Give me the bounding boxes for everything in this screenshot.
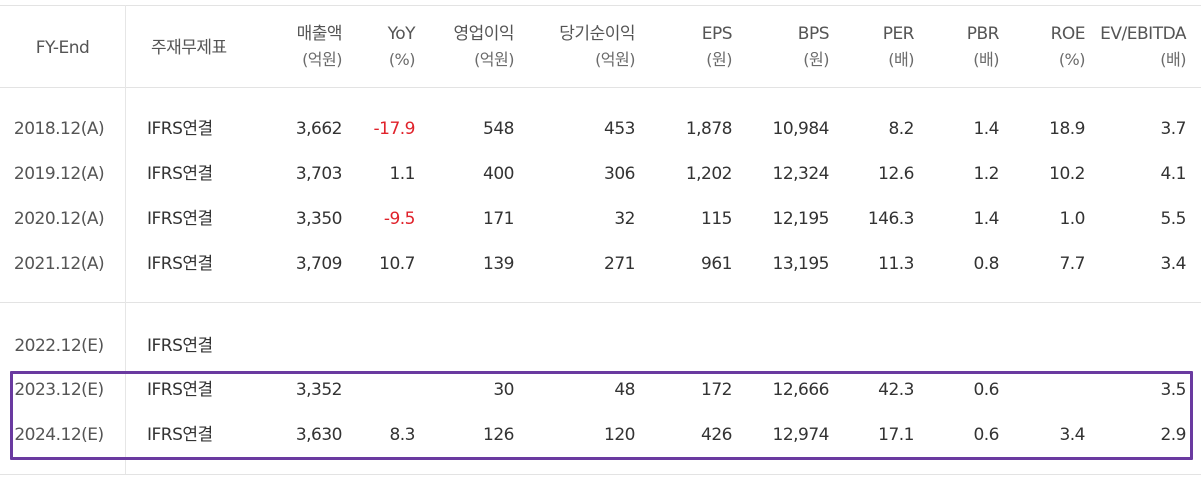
cell-per: 17.1: [878, 425, 914, 445]
cell-yoy: -9.5: [383, 209, 416, 229]
cell-bps: 10,984: [772, 119, 830, 139]
header-bottom-border: [0, 87, 1201, 88]
cell-ev-ebitda: 3.4: [1160, 254, 1186, 274]
row-basis: IFRS연결: [147, 209, 213, 229]
cell-yoy: -17.9: [373, 119, 416, 139]
row-basis: IFRS연결: [147, 336, 213, 356]
row-period: 2018.12(A): [13, 119, 105, 139]
cell-ev-ebitda: 3.5: [1160, 380, 1186, 400]
cell-roe: 1.0: [1059, 209, 1085, 229]
cell-bps: 12,195: [772, 209, 830, 229]
cell-per: 146.3: [867, 209, 915, 229]
cell-eps: 1,202: [685, 164, 733, 184]
row-period: 2024.12(E): [14, 425, 104, 445]
cell-ev-ebitda: 3.7: [1160, 119, 1186, 139]
cell-pbr: 0.6: [973, 380, 999, 400]
cell-yoy: 10.7: [379, 254, 415, 274]
cell-eps: 961: [701, 254, 732, 274]
cell-roe: 18.9: [1049, 119, 1085, 139]
cell-pbr: 1.2: [973, 164, 999, 184]
cell-operating-profit: 139: [483, 254, 514, 274]
cell-eps: 1,878: [685, 119, 733, 139]
cell-eps: 426: [701, 425, 732, 445]
cell-operating-profit: 126: [483, 425, 514, 445]
cell-pbr: 0.6: [973, 425, 999, 445]
cell-revenue: 3,352: [295, 380, 343, 400]
cell-eps: 115: [701, 209, 732, 229]
table-top-border: [0, 5, 1201, 6]
row-period: 2021.12(A): [13, 254, 105, 274]
cell-roe: 7.7: [1059, 254, 1085, 274]
cell-revenue: 3,350: [295, 209, 343, 229]
cell-roe: 3.4: [1059, 425, 1085, 445]
cell-bps: 12,324: [772, 164, 830, 184]
cell-operating-profit: 171: [483, 209, 514, 229]
header-fy-end: FY-End: [35, 38, 90, 58]
cell-ev-ebitda: 2.9: [1160, 425, 1186, 445]
cell-revenue: 3,662: [295, 119, 343, 139]
cell-per: 12.6: [878, 164, 914, 184]
row-basis: IFRS연결: [147, 119, 213, 139]
cell-yoy: 1.1: [389, 164, 415, 184]
row-period: 2019.12(A): [13, 164, 105, 184]
cell-net-income: 120: [604, 425, 635, 445]
cell-operating-profit: 548: [483, 119, 514, 139]
cell-pbr: 0.8: [973, 254, 999, 274]
cell-net-income: 271: [604, 254, 635, 274]
row-basis: IFRS연결: [147, 254, 213, 274]
cell-bps: 12,974: [772, 425, 830, 445]
table-bottom-border: [0, 474, 1201, 475]
cell-bps: 13,195: [772, 254, 830, 274]
cell-revenue: 3,630: [295, 425, 343, 445]
row-period: 2022.12(E): [14, 336, 104, 356]
cell-pbr: 1.4: [973, 119, 999, 139]
row-period: 2020.12(A): [13, 209, 105, 229]
cell-roe: 10.2: [1049, 164, 1085, 184]
row-basis: IFRS연결: [147, 164, 213, 184]
cell-revenue: 3,709: [295, 254, 343, 274]
cell-yoy: 8.3: [389, 425, 415, 445]
header-basis: 주재무제표: [151, 38, 227, 58]
cell-eps: 172: [701, 380, 732, 400]
row-period: 2023.12(E): [14, 380, 104, 400]
financial-summary-table: FY-End 주재무제표 매출액 (억원) YoY (%) 영업이익 (억원) …: [0, 0, 1201, 478]
row-basis: IFRS연결: [147, 380, 213, 400]
row-basis: IFRS연결: [147, 425, 213, 445]
cell-ev-ebitda: 5.5: [1160, 209, 1186, 229]
cell-per: 8.2: [888, 119, 914, 139]
actual-estimate-divider: [0, 302, 1201, 303]
cell-net-income: 306: [604, 164, 635, 184]
cell-net-income: 48: [614, 380, 635, 400]
cell-revenue: 3,703: [295, 164, 343, 184]
cell-net-income: 453: [604, 119, 635, 139]
cell-pbr: 1.4: [973, 209, 999, 229]
cell-operating-profit: 400: [483, 164, 514, 184]
cell-operating-profit: 30: [493, 380, 514, 400]
cell-per: 11.3: [878, 254, 914, 274]
cell-bps: 12,666: [772, 380, 830, 400]
cell-ev-ebitda: 4.1: [1160, 164, 1186, 184]
cell-per: 42.3: [878, 380, 914, 400]
cell-net-income: 32: [614, 209, 635, 229]
